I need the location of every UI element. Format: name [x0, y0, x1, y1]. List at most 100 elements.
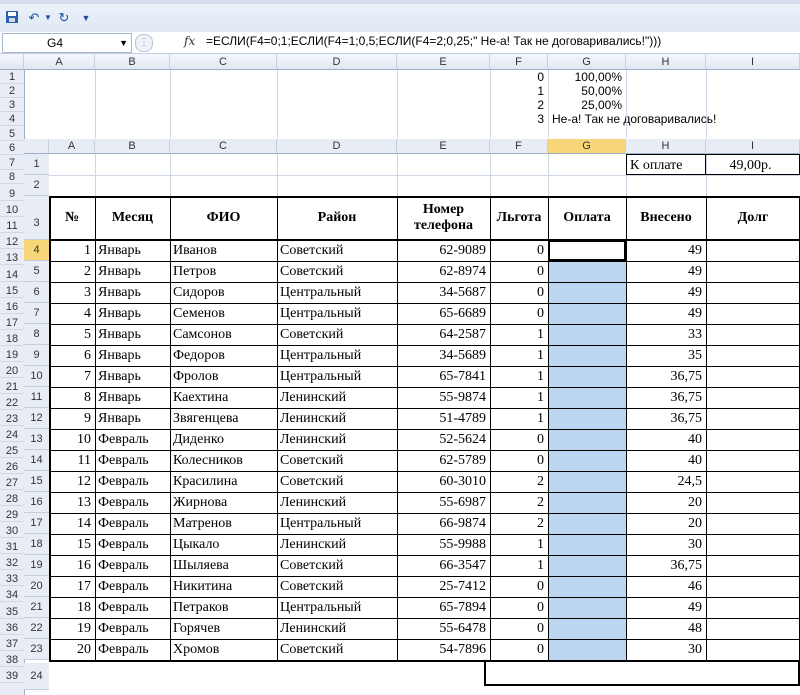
row-header[interactable]: 32	[0, 556, 24, 570]
row-debt[interactable]	[706, 324, 800, 345]
row-debt[interactable]	[706, 450, 800, 471]
row-payment-cell[interactable]	[548, 261, 626, 282]
inner-row-header[interactable]: 17	[24, 513, 49, 534]
inner-row-header[interactable]: 18	[24, 534, 49, 555]
row-header[interactable]: 1	[0, 70, 24, 84]
row-debt[interactable]	[706, 576, 800, 597]
row-header[interactable]: 28	[0, 492, 24, 506]
row-header[interactable]: 23	[0, 412, 24, 426]
row-payment-cell[interactable]	[548, 618, 626, 639]
column-header[interactable]: I	[706, 54, 800, 70]
row-payment-cell[interactable]	[548, 471, 626, 492]
column-header[interactable]: G	[548, 54, 626, 70]
inner-row-header[interactable]: 12	[24, 408, 49, 429]
row-header[interactable]: 24	[0, 428, 24, 442]
inner-row-header[interactable]: 24	[24, 663, 49, 690]
column-header[interactable]: E	[397, 54, 490, 70]
inner-row-header[interactable]: 3	[24, 196, 49, 240]
inner-column-header[interactable]: H	[626, 139, 706, 154]
inner-row-header[interactable]: 6	[24, 282, 49, 303]
inner-row-header[interactable]: 10	[24, 366, 49, 387]
active-cell[interactable]	[548, 240, 626, 261]
row-debt[interactable]	[706, 303, 800, 324]
inner-row-header[interactable]: 19	[24, 555, 49, 576]
row-header[interactable]: 37	[0, 637, 24, 651]
row-header[interactable]: 22	[0, 396, 24, 410]
row-payment-cell[interactable]	[548, 303, 626, 324]
inner-row-header[interactable]: 20	[24, 576, 49, 597]
inner-row-header[interactable]: 11	[24, 387, 49, 408]
row-header[interactable]: 26	[0, 460, 24, 474]
row-payment-cell[interactable]	[548, 366, 626, 387]
expand-icon[interactable]: ⋮	[135, 34, 153, 52]
row-header[interactable]: 39	[0, 669, 24, 683]
row-debt[interactable]	[706, 429, 800, 450]
row-header[interactable]: 15	[0, 284, 24, 298]
column-header[interactable]: A	[24, 54, 95, 70]
inner-column-header[interactable]: I	[706, 139, 800, 154]
column-header[interactable]: D	[277, 54, 397, 70]
row-payment-cell[interactable]	[548, 450, 626, 471]
row-header[interactable]: 20	[0, 364, 24, 378]
row-debt[interactable]	[706, 282, 800, 303]
column-header[interactable]: H	[626, 54, 706, 70]
row-payment-cell[interactable]	[548, 324, 626, 345]
row-header[interactable]: 2	[0, 84, 24, 98]
inner-row-header[interactable]: 15	[24, 471, 49, 492]
row-header[interactable]: 11	[0, 219, 24, 233]
customize-toolbar-icon[interactable]: ▼	[78, 10, 94, 26]
row-header[interactable]: 9	[0, 187, 24, 201]
row-debt[interactable]	[706, 261, 800, 282]
row-payment-cell[interactable]	[548, 387, 626, 408]
row-debt[interactable]	[706, 639, 800, 660]
insert-function-button[interactable]: fx	[184, 34, 195, 48]
row-header[interactable]: 27	[0, 476, 24, 490]
row-header[interactable]: 14	[0, 268, 24, 282]
row-header[interactable]: 17	[0, 316, 24, 330]
row-payment-cell[interactable]	[548, 492, 626, 513]
inner-row-header[interactable]: 8	[24, 324, 49, 345]
inner-row-header[interactable]: 1	[24, 154, 49, 175]
row-debt[interactable]	[706, 366, 800, 387]
chevron-down-icon[interactable]: ▼	[119, 34, 128, 52]
row-payment-cell[interactable]	[548, 639, 626, 660]
row-header[interactable]: 19	[0, 348, 24, 362]
row-header[interactable]: 31	[0, 540, 24, 554]
inner-row-header[interactable]: 21	[24, 597, 49, 618]
row-header[interactable]: 4	[0, 112, 24, 126]
row-header[interactable]: 8	[0, 170, 24, 184]
row-header[interactable]: 5	[0, 127, 24, 141]
row-header[interactable]: 13	[0, 251, 24, 265]
row-payment-cell[interactable]	[548, 408, 626, 429]
row-debt[interactable]	[706, 597, 800, 618]
inner-row-header[interactable]: 4	[24, 240, 49, 261]
inner-row-header[interactable]: 13	[24, 429, 49, 450]
inner-column-header[interactable]: D	[277, 139, 397, 154]
select-all-corner[interactable]	[0, 54, 24, 70]
row-header[interactable]: 16	[0, 300, 24, 314]
row-header[interactable]: 36	[0, 621, 24, 635]
row-header[interactable]: 25	[0, 444, 24, 458]
row-header[interactable]: 33	[0, 572, 24, 586]
row-header[interactable]: 38	[0, 653, 24, 667]
row-header[interactable]: 7	[0, 156, 24, 170]
inner-column-header[interactable]: G	[548, 139, 626, 154]
inner-row-header[interactable]: 9	[24, 345, 49, 366]
row-payment-cell[interactable]	[548, 429, 626, 450]
row-payment-cell[interactable]	[548, 282, 626, 303]
row-payment-cell[interactable]	[548, 576, 626, 597]
row-debt[interactable]	[706, 408, 800, 429]
inner-column-header[interactable]: B	[95, 139, 170, 154]
inner-row-header[interactable]: 22	[24, 618, 49, 639]
row-debt[interactable]	[706, 345, 800, 366]
column-header[interactable]: C	[170, 54, 277, 70]
column-header[interactable]: F	[490, 54, 548, 70]
save-icon[interactable]	[4, 10, 20, 26]
inner-column-header[interactable]: F	[490, 139, 548, 154]
row-payment-cell[interactable]	[548, 345, 626, 366]
inner-row-header[interactable]: 14	[24, 450, 49, 471]
inner-row-header[interactable]: 2	[24, 175, 49, 196]
row-debt[interactable]	[706, 555, 800, 576]
row-payment-cell[interactable]	[548, 534, 626, 555]
row-header[interactable]: 12	[0, 235, 24, 249]
